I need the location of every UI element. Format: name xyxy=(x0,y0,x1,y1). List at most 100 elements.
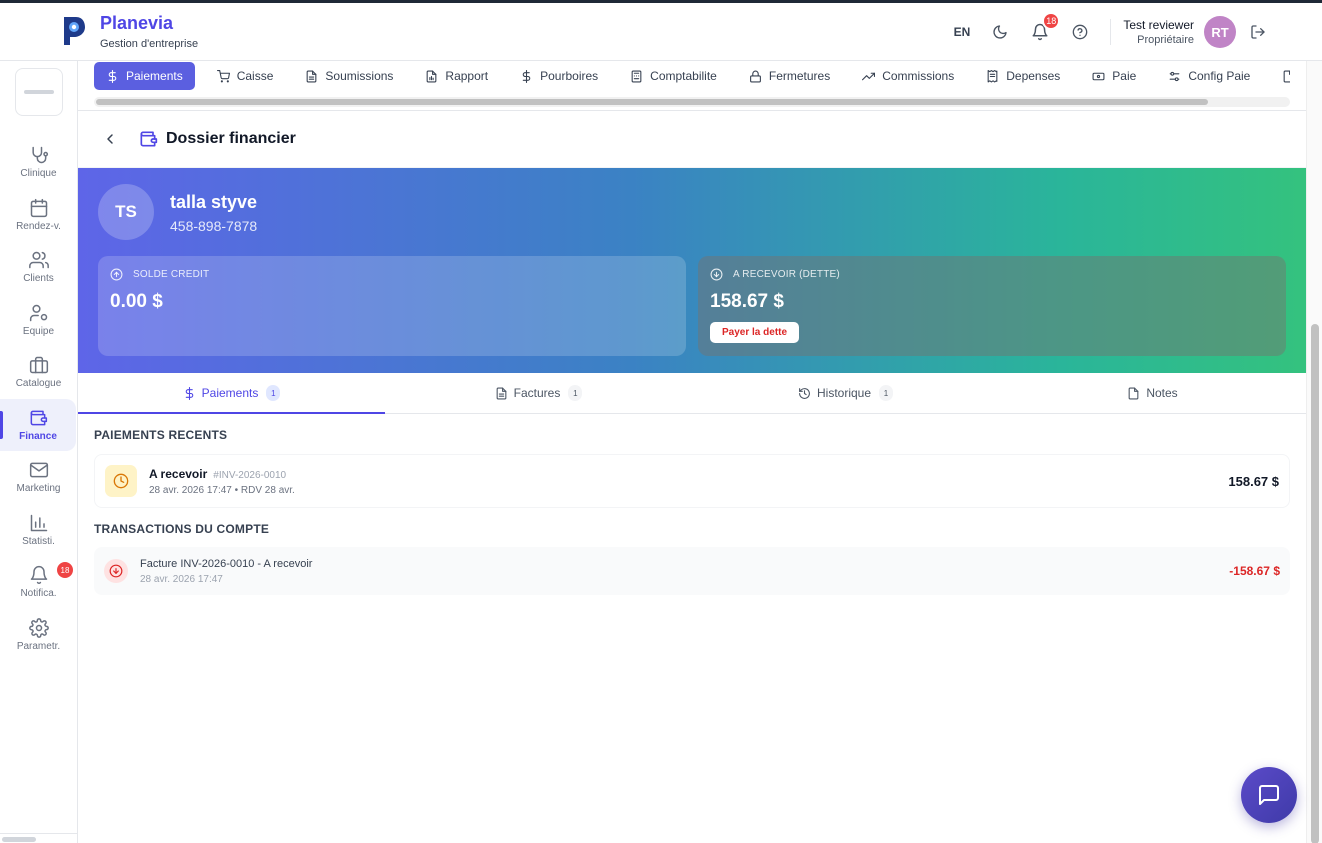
sidebar-item-clinique[interactable]: Clinique xyxy=(0,136,77,189)
sidebar-item-clients[interactable]: Clients xyxy=(0,241,77,294)
debt-card: A RECEVOIR (DETTE) 158.67 $ Payer la det… xyxy=(698,256,1286,356)
notification-badge: 18 xyxy=(1042,12,1061,30)
tab-client-factures[interactable]: Factures 1 xyxy=(385,373,692,413)
business-logo[interactable] xyxy=(15,68,63,116)
sidebar-item-parametres[interactable]: Parametr. xyxy=(0,609,77,662)
user-name: Test reviewer xyxy=(1123,18,1194,32)
banknote-icon xyxy=(1092,72,1105,80)
pay-debt-button[interactable]: Payer la dette xyxy=(710,322,800,343)
tab-label: Caisse xyxy=(236,69,274,83)
tab-label: Paiements xyxy=(126,69,183,83)
tab-client-notes[interactable]: Notes xyxy=(999,373,1306,413)
sidebar-item-label: Parametr. xyxy=(16,640,61,652)
trending-up-icon xyxy=(862,72,876,80)
tab-more[interactable] xyxy=(1272,62,1290,90)
brand-subtitle: Gestion d'entreprise xyxy=(100,38,199,50)
client-avatar: TS xyxy=(98,184,154,240)
tab-paie[interactable]: Paie xyxy=(1082,62,1146,90)
page-heading: Dossier financier xyxy=(78,111,1306,168)
dollar-icon xyxy=(522,69,531,83)
sidebar-item-statistiques[interactable]: Statisti. xyxy=(0,504,77,557)
users-icon xyxy=(28,251,49,269)
tab-soumissions[interactable]: Soumissions xyxy=(295,62,403,90)
tab-paiements[interactable]: Paiements xyxy=(94,62,195,90)
client-summary: TS talla styve 458-898-7878 SOLDE CREDIT… xyxy=(78,168,1306,373)
wallet-icon xyxy=(30,410,48,426)
help-icon[interactable] xyxy=(1070,22,1090,42)
count-badge: 1 xyxy=(266,385,281,401)
sidebar-item-marketing[interactable]: Marketing xyxy=(0,451,77,504)
credit-balance-card: SOLDE CREDIT 0.00 $ xyxy=(98,256,686,356)
brand-title: Planevia xyxy=(100,13,174,33)
tab-caisse[interactable]: Caisse xyxy=(207,62,284,90)
dollar-icon xyxy=(185,386,193,400)
tab-label: Config Paie xyxy=(1188,69,1251,83)
tab-pourboires[interactable]: Pourboires xyxy=(510,62,608,90)
tab-config-paie[interactable]: Config Paie xyxy=(1158,62,1260,90)
tab-client-paiements[interactable]: Paiements 1 xyxy=(78,373,385,414)
receipt-icon xyxy=(987,69,998,82)
sidebar-item-label: Clients xyxy=(23,273,54,285)
table-row[interactable]: Facture INV-2026-0010 - A recevoir 28 av… xyxy=(94,547,1290,595)
payment-status: A recevoir xyxy=(149,466,208,481)
wallet-icon xyxy=(140,131,158,147)
moon-icon[interactable] xyxy=(990,22,1010,42)
sidebar-scrollbar[interactable] xyxy=(0,833,77,843)
briefcase-icon xyxy=(29,357,48,374)
lock-icon xyxy=(749,70,761,82)
sidebar-item-catalogue[interactable]: Catalogue xyxy=(0,346,77,399)
tab-client-historique[interactable]: Historique 1 xyxy=(692,373,999,413)
debt-value: 158.67 $ xyxy=(710,291,784,312)
planevia-logo-icon xyxy=(64,17,85,45)
tab-depenses[interactable]: Depenses xyxy=(976,62,1070,90)
bell-icon xyxy=(30,566,47,585)
notifications-button[interactable]: 18 xyxy=(1030,12,1061,42)
recent-payments-title: PAIEMENTS RECENTS xyxy=(94,428,228,442)
transaction-date: 28 avr. 2026 17:47 xyxy=(140,573,223,585)
finance-tabs-bar: Paiements Caisse Soumissions Rapport Pou… xyxy=(78,61,1306,111)
bar-chart-icon xyxy=(30,514,47,531)
debt-label: A RECEVOIR (DETTE) xyxy=(733,269,840,280)
sidebar-item-equipe[interactable]: Equipe xyxy=(0,294,77,347)
tab-label: Depenses xyxy=(1006,69,1061,83)
chat-button[interactable] xyxy=(1241,767,1297,823)
avatar[interactable]: RT xyxy=(1204,16,1236,48)
sidebar-item-label: Finance xyxy=(19,430,57,442)
user-info[interactable]: Test reviewer Propriétaire xyxy=(1123,18,1194,46)
user-role: Propriétaire xyxy=(1137,34,1194,46)
language-switch[interactable]: EN xyxy=(954,25,971,39)
page-scrollbar[interactable] xyxy=(1306,61,1322,843)
sidebar: Clinique Rendez-v. Clients Equipe Catalo… xyxy=(0,61,78,843)
calculator-icon xyxy=(631,70,642,82)
tab-label: Paie xyxy=(1112,69,1137,83)
tab-label: Commissions xyxy=(882,69,955,83)
transactions-title: TRANSACTIONS DU COMPTE xyxy=(94,522,270,536)
back-arrow-icon[interactable] xyxy=(102,131,118,147)
sliders-icon xyxy=(1169,71,1180,81)
logout-icon[interactable] xyxy=(1250,24,1266,40)
calendar-icon xyxy=(30,198,47,217)
sidebar-item-label: Equipe xyxy=(22,325,55,337)
tab-commissions[interactable]: Commissions xyxy=(852,62,964,90)
document-icon xyxy=(307,70,317,82)
gear-icon xyxy=(28,617,49,638)
list-item[interactable]: A recevoir #INV-2026-0010 28 avr. 2026 17… xyxy=(94,454,1290,508)
pending-status xyxy=(105,465,137,497)
arrow-down-circle-icon xyxy=(710,268,723,281)
sidebar-item-finance[interactable]: Finance xyxy=(0,398,76,451)
tab-label: Factures xyxy=(513,386,561,400)
document-icon xyxy=(496,387,507,399)
sidebar-item-rendez-vous[interactable]: Rendez-v. xyxy=(0,189,77,242)
credit-value: 0.00 $ xyxy=(110,291,163,312)
chat-bubble-icon xyxy=(1259,785,1279,805)
tab-fermetures[interactable]: Fermetures xyxy=(739,62,840,90)
tab-label: Paiements xyxy=(201,386,259,400)
brand[interactable]: Planevia Gestion d'entreprise xyxy=(60,11,198,50)
tabs-scrollbar[interactable] xyxy=(94,97,1290,107)
sidebar-item-notifications[interactable]: Notifica. 18 xyxy=(0,556,77,609)
count-badge: 1 xyxy=(879,385,894,401)
tab-rapport[interactable]: Rapport xyxy=(415,62,498,90)
tab-comptabilite[interactable]: Comptabilite xyxy=(620,62,727,90)
sidebar-item-label: Rendez-v. xyxy=(16,220,61,232)
invoice-ref: #INV-2026-0010 xyxy=(213,469,287,481)
